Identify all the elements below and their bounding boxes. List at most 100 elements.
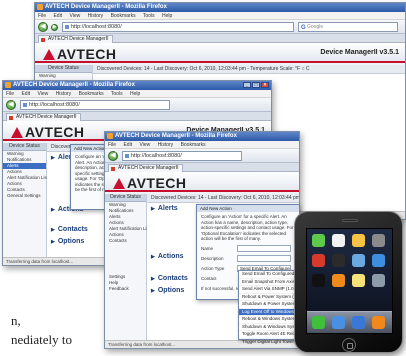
tab-bar: AVTECH Device ManagerII bbox=[3, 112, 271, 121]
address-bar[interactable]: http://localhost:8080/ bbox=[20, 100, 170, 110]
menu-view[interactable]: View bbox=[37, 91, 48, 97]
menu-file[interactable]: File bbox=[38, 13, 46, 19]
menu-view[interactable]: View bbox=[69, 13, 80, 19]
mail-dock-icon[interactable] bbox=[332, 316, 345, 329]
clock-app-icon[interactable] bbox=[312, 274, 325, 287]
speaker-grille bbox=[342, 219, 358, 222]
navigation-bar: ◀ ▶ http://localhost:8080/ G Google bbox=[35, 20, 405, 34]
logo-triangle-icon bbox=[43, 49, 55, 60]
background-text-4: nediately to bbox=[11, 332, 73, 347]
site-favicon bbox=[65, 25, 69, 29]
menu-bar: File Edit View History Bookmarks bbox=[105, 141, 299, 149]
menu-bar: File Edit View History Bookmarks Tools H… bbox=[3, 90, 271, 98]
sidebar: Device Status Warning Notifications Aler… bbox=[105, 194, 150, 340]
menu-edit[interactable]: Edit bbox=[123, 142, 132, 148]
menu-history[interactable]: History bbox=[56, 91, 72, 97]
calendar-app-icon[interactable] bbox=[332, 234, 345, 247]
menu-help[interactable]: Help bbox=[162, 13, 172, 19]
navigation-bar: ◀ http://localhost:8080/ bbox=[105, 149, 299, 163]
browser-tab[interactable]: AVTECH Device ManagerII bbox=[38, 35, 114, 43]
address-text: http://localhost:8080/ bbox=[131, 153, 182, 159]
menu-view[interactable]: View bbox=[139, 142, 150, 148]
close-icon[interactable]: × bbox=[261, 82, 269, 88]
sidebar-item[interactable]: General Settings bbox=[3, 193, 46, 199]
forward-arrow-icon[interactable]: ▶ bbox=[51, 24, 58, 31]
search-box[interactable]: G Google bbox=[298, 22, 398, 32]
menu-history[interactable]: History bbox=[158, 142, 174, 148]
tab-label: AVTECH Device ManagerII bbox=[16, 114, 77, 120]
window-titlebar: AVTECH Device ManagerII - Mozilla Firefo… bbox=[35, 3, 405, 12]
logo-text: AVTECH bbox=[127, 175, 187, 191]
calculator-app-icon[interactable] bbox=[332, 274, 345, 287]
name-input[interactable] bbox=[237, 244, 291, 252]
firefox-icon bbox=[5, 82, 11, 88]
weather-app-icon[interactable] bbox=[372, 254, 385, 267]
safari-dock-icon[interactable] bbox=[352, 316, 365, 329]
home-button[interactable] bbox=[342, 338, 356, 352]
info-bar: Discovered Devices: 14 - Last Discovery:… bbox=[93, 65, 405, 74]
info-bar: Discovered Devices: 14 - Last Discovery:… bbox=[147, 194, 299, 203]
sidebar: Device Status Warning Notifications Aler… bbox=[3, 143, 48, 257]
back-arrow-icon[interactable]: ◀ bbox=[6, 100, 16, 110]
sidebar-item-warning[interactable]: Warning bbox=[35, 73, 92, 79]
iphone-device bbox=[294, 211, 403, 353]
address-bar[interactable]: http://localhost:8080/ bbox=[62, 22, 294, 32]
window-titlebar: AVTECH Device ManagerII - Mozilla Firefo… bbox=[105, 132, 299, 141]
iphone-dock bbox=[307, 311, 392, 333]
back-arrow-icon[interactable]: ◀ bbox=[38, 22, 48, 32]
menu-bookmarks[interactable]: Bookmarks bbox=[181, 142, 206, 148]
minimize-icon[interactable]: _ bbox=[243, 82, 251, 88]
avtech-logo: AVTECH bbox=[11, 124, 85, 140]
logo-text: AVTECH bbox=[57, 46, 117, 62]
dialog-title: Add New Action bbox=[197, 205, 299, 212]
action-type-label: Action Type bbox=[201, 265, 225, 271]
back-arrow-icon[interactable]: ◀ bbox=[108, 151, 118, 161]
app-header: AVTECH bbox=[105, 172, 299, 192]
google-icon: G bbox=[301, 25, 306, 31]
menu-bar: File Edit View History Bookmarks Tools H… bbox=[35, 12, 405, 20]
settings-app-icon[interactable] bbox=[372, 274, 385, 287]
tab-favicon bbox=[111, 167, 115, 171]
sidebar-header: Device Status bbox=[3, 143, 46, 151]
contact-label: Contact bbox=[201, 275, 217, 281]
tab-favicon bbox=[41, 38, 45, 42]
menu-edit[interactable]: Edit bbox=[21, 91, 30, 97]
camera-app-icon[interactable] bbox=[372, 234, 385, 247]
menu-file[interactable]: File bbox=[6, 91, 14, 97]
ipod-dock-icon[interactable] bbox=[372, 316, 385, 329]
browser-tab[interactable]: AVTECH Device ManagerII bbox=[6, 113, 82, 121]
iphone-screen bbox=[306, 228, 393, 334]
logo-triangle-icon bbox=[113, 178, 125, 189]
stocks-app-icon[interactable] bbox=[332, 254, 345, 267]
photos-app-icon[interactable] bbox=[352, 234, 365, 247]
firefox-icon bbox=[37, 4, 43, 10]
menu-tools[interactable]: Tools bbox=[143, 13, 155, 19]
address-bar[interactable]: http://localhost:8080/ bbox=[122, 151, 242, 161]
youtube-app-icon[interactable] bbox=[312, 254, 325, 267]
description-label: Description bbox=[201, 255, 224, 261]
app-header: AVTECH Device ManagerII v3.5.1 bbox=[35, 43, 405, 63]
menu-help[interactable]: Help bbox=[130, 91, 140, 97]
maps-app-icon[interactable] bbox=[352, 254, 365, 267]
notes-app-icon[interactable] bbox=[352, 274, 365, 287]
description-input[interactable] bbox=[237, 254, 291, 262]
menu-bookmarks[interactable]: Bookmarks bbox=[79, 91, 104, 97]
browser-tab[interactable]: AVTECH Device ManagerII bbox=[108, 164, 184, 172]
menu-history[interactable]: History bbox=[88, 13, 104, 19]
maximize-icon[interactable]: □ bbox=[252, 82, 260, 88]
sidebar-item-feedback[interactable]: Feedback bbox=[105, 286, 146, 292]
menu-bookmarks[interactable]: Bookmarks bbox=[111, 13, 136, 19]
menu-edit[interactable]: Edit bbox=[53, 13, 62, 19]
phone-dock-icon[interactable] bbox=[312, 316, 325, 329]
tab-favicon bbox=[9, 116, 13, 120]
window-title: AVTECH Device ManagerII - Mozilla Firefo… bbox=[45, 4, 167, 10]
avtech-logo: AVTECH bbox=[113, 175, 187, 191]
window-titlebar: AVTECH Device ManagerII - Mozilla Firefo… bbox=[3, 81, 271, 90]
menu-file[interactable]: File bbox=[108, 142, 116, 148]
menu-tools[interactable]: Tools bbox=[111, 91, 123, 97]
logo-text: AVTECH bbox=[25, 124, 85, 140]
dialog-intro: Configure an 'Action' for a specific Ale… bbox=[201, 214, 294, 241]
site-favicon bbox=[125, 154, 129, 158]
window-controls: _ □ × bbox=[243, 82, 269, 88]
messages-app-icon[interactable] bbox=[312, 234, 325, 247]
